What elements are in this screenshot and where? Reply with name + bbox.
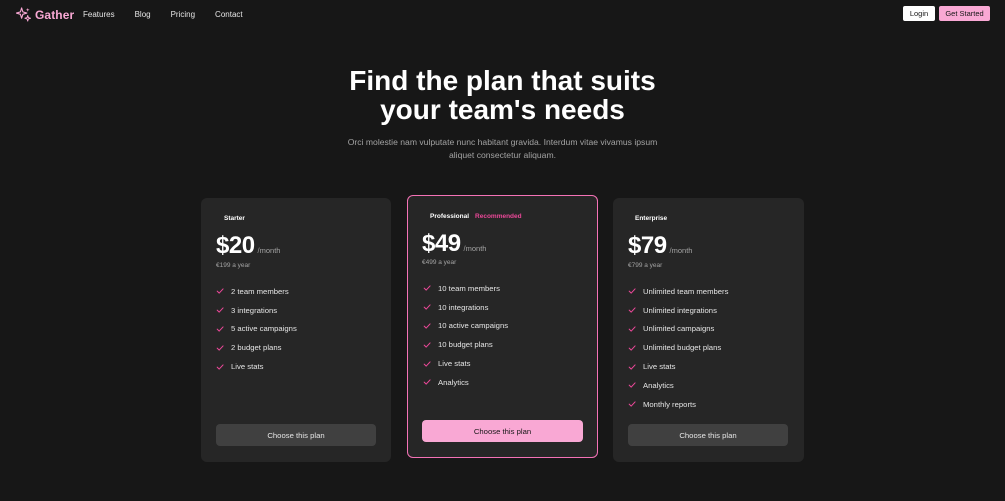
feature-item: Unlimited budget plans — [628, 338, 728, 357]
plan-yearly-price: €199 a year — [216, 262, 251, 269]
feature-text: Live stats — [643, 362, 676, 372]
feature-list: 10 team members 10 integrations 10 activ… — [423, 279, 508, 392]
price-row: $49 /month — [422, 230, 486, 258]
feature-text: 5 active campaigns — [231, 324, 297, 334]
login-button[interactable]: Login — [903, 6, 935, 21]
check-icon — [216, 326, 224, 332]
feature-item: Live stats — [216, 357, 297, 376]
feature-item: Analytics — [628, 376, 728, 395]
feature-item: Unlimited integrations — [628, 301, 728, 320]
plan-period: /month — [257, 246, 281, 255]
check-icon — [423, 323, 431, 329]
plan-card-enterprise: Enterprise $79 /month €799 a year Unlimi… — [613, 198, 804, 462]
check-icon — [423, 342, 431, 348]
price-row: $20 /month — [216, 232, 280, 260]
recommended-badge: Recommended — [475, 213, 522, 220]
check-icon — [423, 304, 431, 310]
feature-item: 2 budget plans — [216, 338, 297, 357]
feature-item: 10 active campaigns — [423, 317, 508, 336]
check-icon — [423, 379, 431, 385]
plan-yearly-price: €799 a year — [628, 262, 663, 269]
feature-text: 10 budget plans — [438, 340, 493, 350]
feature-text: Live stats — [438, 359, 471, 369]
feature-list: Unlimited team members Unlimited integra… — [628, 282, 728, 414]
plan-header: Professional Recommended — [430, 213, 522, 220]
feature-item: 10 integrations — [423, 298, 508, 317]
plan-name: Enterprise — [635, 215, 668, 222]
plan-period: /month — [669, 246, 693, 255]
brand-logo[interactable]: Gather — [16, 7, 74, 22]
check-icon — [216, 345, 224, 351]
check-icon — [628, 307, 636, 313]
feature-item: Unlimited team members — [628, 282, 728, 301]
plan-card-starter: Starter $20 /month €199 a year 2 team me… — [201, 198, 391, 462]
feature-text: Unlimited team members — [643, 286, 729, 296]
feature-item: Analytics — [423, 373, 508, 392]
page-subtitle: Orci molestie nam vulputate nunc habitan… — [347, 137, 658, 160]
feature-item: Unlimited campaigns — [628, 320, 728, 339]
page-title-line-2: your team's needs — [380, 94, 625, 125]
feature-text: Monthly reports — [643, 399, 696, 409]
plan-period: /month — [463, 244, 487, 253]
check-icon — [216, 288, 224, 294]
feature-text: 10 active campaigns — [438, 321, 509, 331]
feature-text: 10 integrations — [438, 302, 489, 312]
sparkle-icon — [16, 7, 31, 22]
top-nav: Gather Features Blog Pricing Contact Log… — [0, 0, 1005, 28]
check-icon — [628, 382, 636, 388]
feature-item: 3 integrations — [216, 301, 297, 320]
feature-text: Unlimited campaigns — [643, 324, 715, 334]
check-icon — [628, 288, 636, 294]
check-icon — [628, 401, 636, 407]
page-title: Find the plan that suits your team's nee… — [0, 66, 1005, 124]
plan-header: Enterprise — [635, 215, 667, 222]
feature-item: Live stats — [423, 354, 508, 373]
feature-text: Analytics — [643, 380, 674, 390]
plan-header: Starter — [224, 215, 245, 222]
feature-item: Live stats — [628, 357, 728, 376]
plan-name: Professional — [430, 213, 470, 220]
plan-card-professional: Professional Recommended $49 /month €499… — [407, 195, 598, 458]
feature-text: Live stats — [231, 362, 264, 372]
get-started-button[interactable]: Get Started — [939, 6, 990, 21]
check-icon — [628, 345, 636, 351]
feature-item: 2 team members — [216, 282, 297, 301]
feature-text: Analytics — [438, 377, 469, 387]
choose-plan-button-professional[interactable]: Choose this plan — [422, 420, 583, 442]
feature-text: 3 integrations — [231, 305, 278, 315]
feature-item: 5 active campaigns — [216, 320, 297, 339]
feature-text: 2 team members — [231, 286, 289, 296]
check-icon — [628, 326, 636, 332]
page-title-line-1: Find the plan that suits — [349, 65, 656, 96]
plan-name: Starter — [224, 215, 245, 222]
nav-link-features[interactable]: Features — [83, 10, 115, 19]
nav-link-blog[interactable]: Blog — [135, 10, 151, 19]
check-icon — [216, 307, 224, 313]
feature-text: Unlimited budget plans — [643, 343, 722, 353]
nav-links: Features Blog Pricing Contact — [83, 10, 243, 19]
plan-yearly-price: €499 a year — [422, 259, 457, 266]
nav-link-pricing[interactable]: Pricing — [171, 10, 195, 19]
price-row: $79 /month — [628, 232, 692, 260]
choose-plan-button-enterprise[interactable]: Choose this plan — [628, 424, 788, 446]
feature-item: 10 team members — [423, 279, 508, 298]
plan-price: $49 — [422, 230, 461, 257]
nav-link-contact[interactable]: Contact — [215, 10, 243, 19]
check-icon — [423, 360, 431, 367]
brand-name: Gather — [35, 7, 75, 22]
check-icon — [216, 363, 224, 370]
plan-price: $20 — [216, 232, 255, 259]
feature-item: Monthly reports — [628, 395, 728, 414]
feature-text: 2 budget plans — [231, 343, 282, 353]
feature-list: 2 team members 3 integrations 5 active c… — [216, 282, 297, 376]
check-icon — [628, 363, 636, 370]
check-icon — [423, 285, 431, 291]
feature-text: Unlimited integrations — [643, 305, 717, 315]
choose-plan-button-starter[interactable]: Choose this plan — [216, 424, 376, 446]
plan-price: $79 — [628, 232, 667, 259]
feature-item: 10 budget plans — [423, 335, 508, 354]
feature-text: 10 team members — [438, 283, 500, 293]
